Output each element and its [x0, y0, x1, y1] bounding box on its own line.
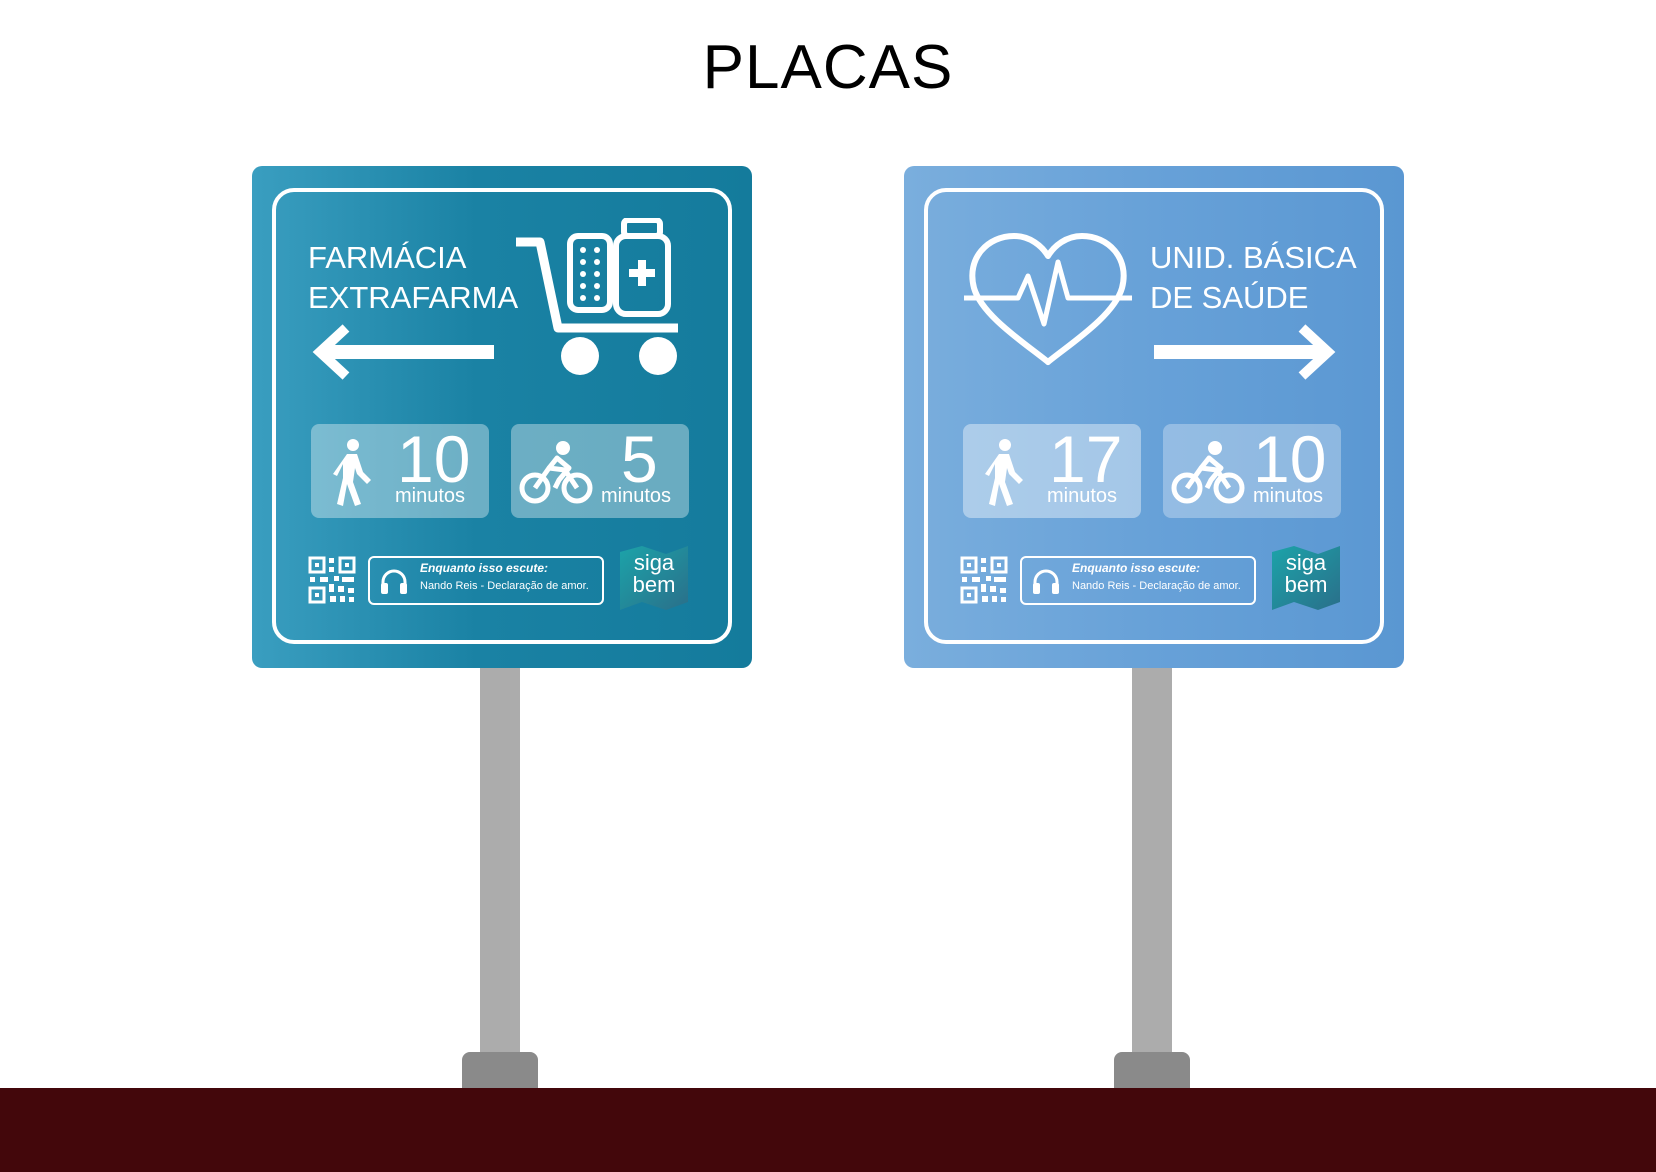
headphones-icon [1033, 569, 1059, 594]
arrow-right-icon [1154, 324, 1336, 380]
sign-pole [1132, 660, 1172, 1060]
audio-box: Enquanto isso escute: Nando Reis - Decla… [368, 556, 604, 605]
brand-line: siga [633, 550, 675, 575]
walk-time-box: 10 minutos [311, 422, 489, 518]
pole-base [1114, 1052, 1190, 1088]
sign-pole [480, 660, 520, 1060]
bike-time-box: 10 minutos [1163, 422, 1341, 518]
audio-label: Enquanto isso escute: [420, 561, 549, 575]
brand-text: siga bem [618, 552, 690, 596]
destination-title-line: EXTRAFARMA [308, 280, 519, 315]
destination-title: UNID. BÁSICA DE SAÚDE [1150, 238, 1357, 318]
walking-person-icon [985, 439, 1023, 506]
bike-time-box: 5 minutos [511, 422, 689, 518]
walk-time-box: 17 minutos [963, 422, 1141, 518]
cart-medicine-icon [516, 218, 678, 375]
audio-label: Enquanto isso escute: [1072, 561, 1201, 575]
audio-track: Nando Reis - Declaração de amor. [420, 580, 589, 592]
destination-title: FARMÁCIA EXTRAFARMA [308, 238, 518, 318]
destination-title-line: DE SAÚDE [1150, 280, 1309, 315]
heart-pulse-icon [964, 233, 1132, 365]
siga-bem-logo: siga bem [1270, 544, 1342, 612]
qr-code-icon [960, 556, 1008, 604]
walk-time-unit: minutos [1047, 485, 1118, 507]
walking-person-icon [333, 439, 371, 506]
audio-box: Enquanto isso escute: Nando Reis - Decla… [1020, 556, 1256, 605]
bike-time-unit: minutos [1253, 485, 1324, 507]
destination-title-line: UNID. BÁSICA [1150, 240, 1357, 275]
siga-bem-logo: siga bem [618, 544, 690, 612]
brand-line: siga [1285, 550, 1327, 575]
ground-strip [0, 1088, 1656, 1172]
health-unit-sign: UNID. BÁSICA DE SAÚDE 17 minutos 10 minu… [904, 166, 1404, 668]
pharmacy-sign: FARMÁCIA EXTRAFARMA 10 minutos 5 minutos… [252, 166, 752, 668]
arrow-left-icon [312, 324, 494, 380]
bicycle-icon [519, 441, 593, 504]
bike-time-unit: minutos [601, 485, 672, 507]
bicycle-icon [1171, 441, 1245, 504]
brand-text: siga bem [1270, 552, 1342, 596]
pole-base [462, 1052, 538, 1088]
page-title: PLACAS [702, 33, 954, 102]
brand-line: bem [632, 572, 676, 597]
walk-time-unit: minutos [395, 485, 466, 507]
audio-track: Nando Reis - Declaração de amor. [1072, 580, 1241, 592]
headphones-icon [381, 569, 407, 594]
qr-code-icon [308, 556, 356, 604]
brand-line: bem [1284, 572, 1328, 597]
destination-title-line: FARMÁCIA [308, 240, 467, 275]
